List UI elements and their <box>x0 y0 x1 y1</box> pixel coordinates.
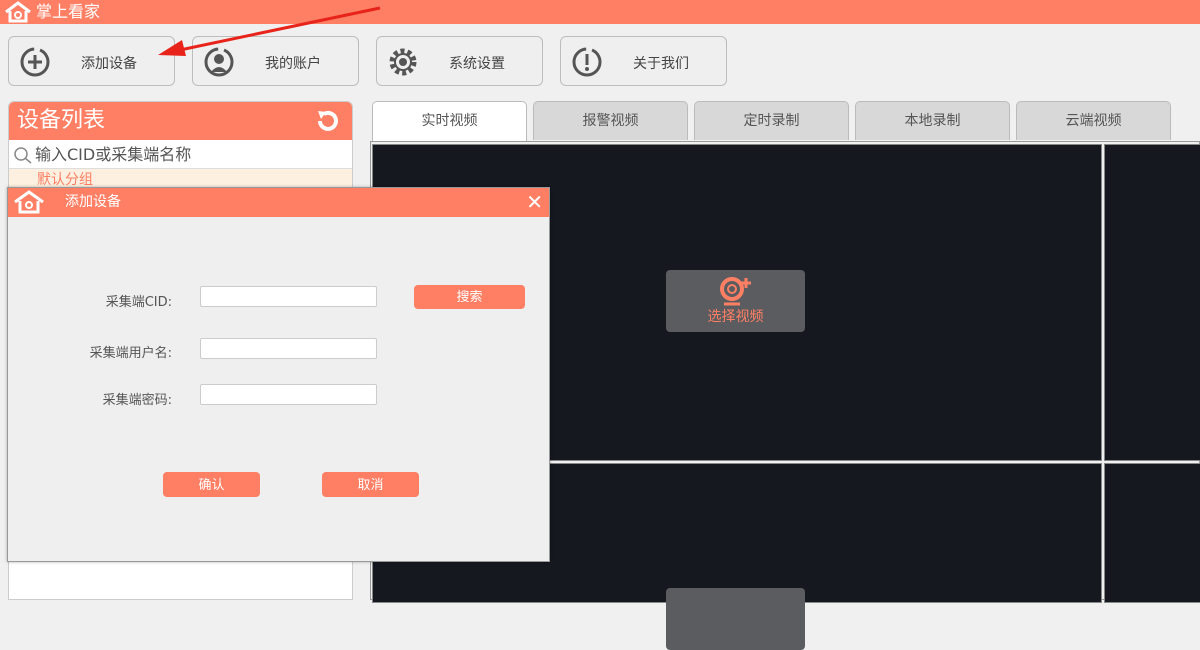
tab-realtime-video[interactable]: 实时视频 <box>372 101 527 142</box>
search-button[interactable]: 搜索 <box>414 285 525 309</box>
video-cell[interactable] <box>1104 144 1200 461</box>
cancel-button[interactable]: 取消 <box>322 472 419 497</box>
home-logo-icon <box>5 1 31 23</box>
confirm-button[interactable]: 确认 <box>163 472 260 497</box>
tab-cloud-video[interactable]: 云端视频 <box>1016 101 1171 140</box>
password-input[interactable] <box>200 384 377 405</box>
device-list-header: 设备列表 <box>9 102 352 140</box>
add-circle-icon <box>20 47 50 77</box>
camera-add-icon <box>719 277 751 306</box>
my-account-button[interactable]: 我的账户 <box>192 36 359 86</box>
video-cell[interactable] <box>1104 463 1200 603</box>
app-title: 掌上看家 <box>36 2 101 21</box>
cid-input[interactable] <box>200 286 377 307</box>
add-device-dialog: 添加设备 ✕ 采集端CID: 搜索 采集端用户名: 采集端密码: 确认 取消 <box>7 187 550 562</box>
username-input[interactable] <box>200 338 377 359</box>
add-device-button[interactable]: 添加设备 <box>8 36 175 86</box>
tab-scheduled-recording[interactable]: 定时录制 <box>694 101 849 140</box>
user-icon <box>204 47 234 77</box>
tab-local-recording[interactable]: 本地录制 <box>855 101 1010 140</box>
home-logo-icon <box>14 190 44 214</box>
info-icon <box>572 47 602 77</box>
close-icon[interactable]: ✕ <box>526 188 543 217</box>
password-label: 采集端密码: <box>102 393 172 408</box>
username-label: 采集端用户名: <box>89 346 172 361</box>
title-bar: 掌上看家 <box>0 0 1200 24</box>
system-settings-button[interactable]: 系统设置 <box>376 36 543 86</box>
tab-alarm-video[interactable]: 报警视频 <box>533 101 688 140</box>
search-icon <box>14 147 32 164</box>
select-video-button[interactable]: 选择视频 <box>666 270 805 332</box>
dialog-header: 添加设备 ✕ <box>8 188 549 217</box>
about-us-button[interactable]: 关于我们 <box>560 36 727 86</box>
device-search-input[interactable]: 输入CID或采集端名称 <box>9 140 352 169</box>
cid-label: 采集端CID: <box>105 295 172 310</box>
refresh-icon[interactable] <box>314 109 340 133</box>
gear-icon <box>389 48 417 76</box>
select-video-button[interactable] <box>666 588 805 650</box>
